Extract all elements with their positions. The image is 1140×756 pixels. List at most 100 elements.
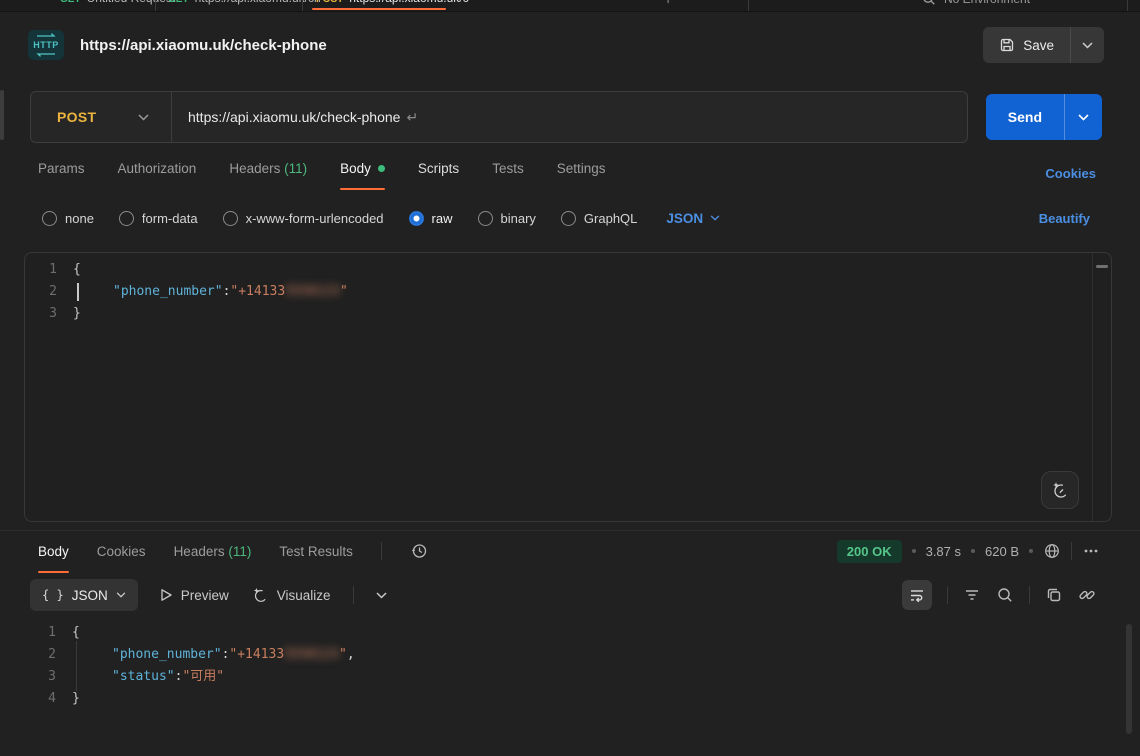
new-tab-button[interactable]: + [664,0,672,7]
code-line: 3} [25,303,1111,325]
response-body-code: 1{ 2"phone_number": "+141335550123", 3"s… [24,616,1116,710]
save-label: Save [1023,38,1054,53]
redacted-phone-digits: 5550123 [285,281,340,303]
visualize-button[interactable]: Visualize [251,586,331,604]
environment-selector[interactable]: No Environment [922,0,1030,6]
request-tab-3-active[interactable]: POSThttps://api.xiaomu.uk/c [316,0,469,5]
response-divider[interactable] [0,530,1140,531]
radio-circle [223,211,238,226]
postbot-sparkle-icon [1050,480,1070,500]
visualize-options-button[interactable] [376,592,387,599]
history-clock-icon [410,542,428,560]
request-tab-1[interactable]: GETUntitled Request [60,0,175,5]
share-link-button[interactable] [1078,586,1096,604]
tab-scripts[interactable]: Scripts [418,153,459,184]
send-split-button: Send [986,94,1102,140]
response-history-button[interactable] [410,542,428,560]
filter-icon [963,586,981,604]
radio-graphql[interactable]: GraphQL [561,211,637,226]
tab-body[interactable]: Body [340,153,385,184]
link-icon [1078,586,1096,604]
response-time[interactable]: 3.87 s [926,544,961,559]
text-cursor [77,283,79,301]
url-input[interactable]: https://api.xiaomu.uk/check-phone↵ [172,109,418,126]
send-options-button[interactable] [1064,94,1102,140]
status-badge[interactable]: 200 OK [837,540,902,563]
beautify-link[interactable]: Beautify [1039,211,1090,226]
network-info-button[interactable] [1043,542,1061,560]
request-body-editor[interactable]: 1{ 2"phone_number": "+141335550123" 3} [24,252,1112,522]
environment-label: No Environment [944,0,1030,6]
editor-scrollbar-track[interactable] [1092,253,1111,521]
radio-circle [409,211,424,226]
radio-raw-selected[interactable]: raw [409,211,453,226]
workspace-tab-bar: GETUntitled Request GEThttps://api.xiaom… [0,0,1140,12]
chevron-down-icon [138,114,149,121]
chevron-down-icon [710,215,720,221]
preview-button[interactable]: Preview [160,588,229,603]
tab-title: Untitled Request [87,0,176,5]
save-options-button[interactable] [1070,27,1104,63]
tab-params[interactable]: Params [38,153,85,184]
visualize-sparkle-icon [251,586,269,604]
response-scrollbar-thumb[interactable] [1126,624,1132,734]
method-dropdown[interactable]: POST [31,92,171,142]
cookies-link[interactable]: Cookies [1045,166,1096,181]
search-icon [996,586,1014,604]
http-request-icon: HTTP [28,30,64,60]
response-tab-test-results[interactable]: Test Results [279,536,353,567]
postbot-ai-button[interactable] [1041,471,1079,509]
chevron-down-icon [1082,42,1093,49]
redacted-phone-digits: 5550123 [284,644,339,666]
filter-button[interactable] [963,586,981,604]
method-label: POST [57,109,96,125]
divider [353,586,354,604]
body-type-selector: none form-data x-www-form-urlencoded raw… [0,196,1140,240]
save-split-button: Save [983,27,1104,63]
radio-circle [119,211,134,226]
request-url-row: POST https://api.xiaomu.uk/check-phone↵ … [0,78,1140,144]
radio-form-data[interactable]: form-data [119,211,198,226]
language-label: JSON [666,211,703,226]
radio-none[interactable]: none [42,211,94,226]
raw-language-dropdown[interactable]: JSON [666,211,720,226]
response-tab-cookies[interactable]: Cookies [97,536,146,567]
send-button[interactable]: Send [986,94,1064,140]
request-body-code: 1{ 2"phone_number": "+141335550123" 3} [25,253,1111,325]
response-size[interactable]: 620 B [985,544,1019,559]
radio-binary[interactable]: binary [478,211,536,226]
headers-count: (11) [284,161,307,176]
indent-guide [72,644,112,666]
response-tab-body[interactable]: Body [38,536,69,567]
dot-separator [1029,549,1033,553]
radio-circle [478,211,493,226]
tab-authorization[interactable]: Authorization [118,153,197,184]
search-response-button[interactable] [996,586,1014,604]
url-input-container: POST https://api.xiaomu.uk/check-phone↵ [30,91,968,143]
save-icon [999,37,1015,53]
copy-response-button[interactable] [1045,586,1063,604]
tab-settings[interactable]: Settings [557,153,606,184]
divider [381,542,382,560]
editor-scrollbar-thumb[interactable] [1096,265,1108,268]
request-tab-2[interactable]: GEThttps://api.xiaomu.uk/ch [168,0,321,5]
response-body-viewer[interactable]: 1{ 2"phone_number": "+141335550123", 3"s… [24,616,1116,756]
indent-guide [72,666,112,688]
postman-app-window: GETUntitled Request GEThttps://api.xiaom… [0,0,1140,756]
response-more-options-button[interactable] [1082,542,1100,560]
tab-headers[interactable]: Headers (11) [229,153,307,184]
tab-divider [748,0,749,12]
ellipsis-icon [1082,542,1100,560]
response-format-dropdown[interactable]: { } JSON [30,579,138,611]
tab-tests[interactable]: Tests [492,153,524,184]
radio-urlencoded[interactable]: x-www-form-urlencoded [223,211,384,226]
code-line: 2"phone_number": "+141335550123", [24,644,1116,666]
wrap-text-button-active[interactable] [902,580,932,610]
radio-circle [42,211,57,226]
copy-icon [1045,586,1063,604]
response-tab-headers[interactable]: Headers (11) [174,536,252,567]
response-status-cluster: 200 OK 3.87 s 620 B [837,533,1100,569]
tab-divider [302,0,303,12]
dot-separator [971,549,975,553]
save-button[interactable]: Save [983,27,1070,63]
